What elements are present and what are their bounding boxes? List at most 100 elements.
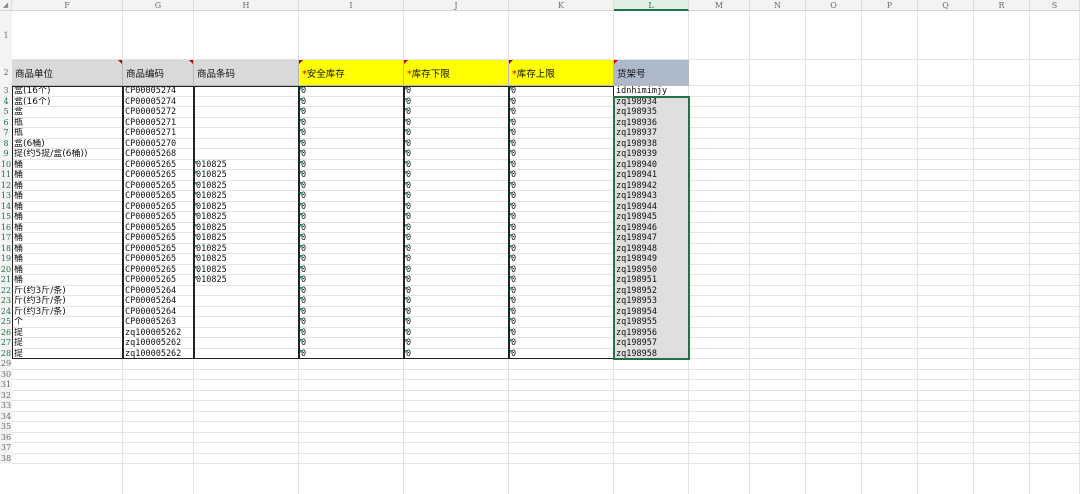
- cell-code[interactable]: CP00005265: [123, 191, 194, 202]
- cell-stock-min[interactable]: 0: [404, 317, 509, 328]
- row-header-30[interactable]: 30: [0, 369, 12, 380]
- cell-code[interactable]: CP00005265: [123, 275, 194, 286]
- cell-safety-stock[interactable]: 0: [299, 307, 404, 318]
- cell-stock-min[interactable]: 0: [404, 97, 509, 108]
- cell-stock-max[interactable]: 0: [509, 223, 614, 234]
- row-header-3[interactable]: 3: [0, 86, 12, 97]
- cell-code[interactable]: CP00005265: [123, 170, 194, 181]
- cell-stock-min[interactable]: 0: [404, 328, 509, 339]
- cell-barcode[interactable]: 010825: [194, 223, 299, 234]
- row-header-5[interactable]: 5: [0, 107, 12, 118]
- header-safety-stock[interactable]: *安全库存: [299, 60, 404, 86]
- cell-stock-min[interactable]: 0: [404, 254, 509, 265]
- cell-stock-max[interactable]: 0: [509, 107, 614, 118]
- row-header-28[interactable]: 28: [0, 348, 12, 359]
- cell-stock-max[interactable]: 0: [509, 212, 614, 223]
- cell-code[interactable]: zq100005262: [123, 338, 194, 349]
- cell-stock-max[interactable]: 0: [509, 118, 614, 129]
- cell-barcode[interactable]: [194, 296, 299, 307]
- cell-safety-stock[interactable]: 0: [299, 139, 404, 150]
- cell-stock-max[interactable]: 0: [509, 86, 614, 97]
- cell-stock-max[interactable]: 0: [509, 349, 614, 360]
- row-header-20[interactable]: 20: [0, 264, 12, 275]
- cell-stock-min[interactable]: 0: [404, 118, 509, 129]
- cell-unit[interactable]: 桶: [12, 244, 123, 255]
- cell-stock-min[interactable]: 0: [404, 265, 509, 276]
- cell-unit[interactable]: 提: [12, 349, 123, 360]
- cell-safety-stock[interactable]: 0: [299, 107, 404, 118]
- cell-code[interactable]: CP00005271: [123, 128, 194, 139]
- header-stock-max[interactable]: *库存上限: [509, 60, 614, 86]
- cell-code[interactable]: CP00005265: [123, 233, 194, 244]
- cell-unit[interactable]: 桶: [12, 191, 123, 202]
- cell-stock-max[interactable]: 0: [509, 296, 614, 307]
- cell-barcode[interactable]: [194, 97, 299, 108]
- cell-barcode[interactable]: [194, 317, 299, 328]
- row-header-9[interactable]: 9: [0, 149, 12, 160]
- cell-unit[interactable]: 斤(约3斤/条): [12, 286, 123, 297]
- column-header-M[interactable]: M: [689, 0, 750, 11]
- cell-stock-max[interactable]: 0: [509, 202, 614, 213]
- cell-code[interactable]: CP00005265: [123, 254, 194, 265]
- cell-barcode[interactable]: [194, 307, 299, 318]
- cell-unit[interactable]: 斤(约3斤/条): [12, 307, 123, 318]
- cell-unit[interactable]: 桶: [12, 212, 123, 223]
- cell-barcode[interactable]: [194, 328, 299, 339]
- cell-barcode[interactable]: 010825: [194, 212, 299, 223]
- cell-stock-min[interactable]: 0: [404, 181, 509, 192]
- cell-safety-stock[interactable]: 0: [299, 254, 404, 265]
- column-header-L[interactable]: L: [614, 0, 689, 11]
- column-header-O[interactable]: O: [806, 0, 862, 11]
- row-header-16[interactable]: 16: [0, 222, 12, 233]
- cell-barcode[interactable]: [194, 286, 299, 297]
- header-shelf-no[interactable]: 货架号: [614, 60, 689, 86]
- cell-unit[interactable]: 桶: [12, 202, 123, 213]
- cell-stock-min[interactable]: 0: [404, 170, 509, 181]
- row-header-18[interactable]: 18: [0, 243, 12, 254]
- row-header-4[interactable]: 4: [0, 96, 12, 107]
- selection-range[interactable]: [613, 95, 690, 360]
- cell-unit[interactable]: 桶: [12, 233, 123, 244]
- cell-stock-min[interactable]: 0: [404, 275, 509, 286]
- cell-unit[interactable]: 盒: [12, 107, 123, 118]
- cell-code[interactable]: CP00005264: [123, 307, 194, 318]
- header-unit[interactable]: 商品单位: [12, 60, 123, 86]
- cell-code[interactable]: zq100005262: [123, 349, 194, 360]
- cell-safety-stock[interactable]: 0: [299, 338, 404, 349]
- cell-barcode[interactable]: 010825: [194, 191, 299, 202]
- cell-safety-stock[interactable]: 0: [299, 97, 404, 108]
- cell-barcode[interactable]: [194, 86, 299, 97]
- row-header-25[interactable]: 25: [0, 317, 12, 328]
- cell-code[interactable]: CP00005263: [123, 317, 194, 328]
- cell-code[interactable]: zq100005262: [123, 328, 194, 339]
- column-header-F[interactable]: F: [12, 0, 123, 11]
- row-header-15[interactable]: 15: [0, 212, 12, 223]
- cell-barcode[interactable]: 010825: [194, 170, 299, 181]
- cell-code[interactable]: CP00005268: [123, 149, 194, 160]
- column-header-H[interactable]: H: [194, 0, 299, 11]
- cell-safety-stock[interactable]: 0: [299, 181, 404, 192]
- cell-stock-max[interactable]: 0: [509, 191, 614, 202]
- cell-safety-stock[interactable]: 0: [299, 212, 404, 223]
- cell-stock-min[interactable]: 0: [404, 244, 509, 255]
- cell-code[interactable]: CP00005265: [123, 265, 194, 276]
- cell-barcode[interactable]: 010825: [194, 181, 299, 192]
- cell-stock-min[interactable]: 0: [404, 128, 509, 139]
- row-header-23[interactable]: 23: [0, 296, 12, 307]
- cell-stock-min[interactable]: 0: [404, 296, 509, 307]
- cell-unit[interactable]: 提(约5提/盒(6桶)): [12, 149, 123, 160]
- column-header-J[interactable]: J: [404, 0, 509, 11]
- cell-safety-stock[interactable]: 0: [299, 317, 404, 328]
- cell-stock-max[interactable]: 0: [509, 128, 614, 139]
- cell-safety-stock[interactable]: 0: [299, 244, 404, 255]
- header-code[interactable]: 商品编码: [123, 60, 194, 86]
- cell-stock-max[interactable]: 0: [509, 181, 614, 192]
- cell-safety-stock[interactable]: 0: [299, 233, 404, 244]
- row-header-11[interactable]: 11: [0, 170, 12, 181]
- row-header-27[interactable]: 27: [0, 338, 12, 349]
- cell-code[interactable]: CP00005272: [123, 107, 194, 118]
- cell-stock-max[interactable]: 0: [509, 254, 614, 265]
- cell-barcode[interactable]: 010825: [194, 160, 299, 171]
- column-header-P[interactable]: P: [862, 0, 918, 11]
- row-header-7[interactable]: 7: [0, 128, 12, 139]
